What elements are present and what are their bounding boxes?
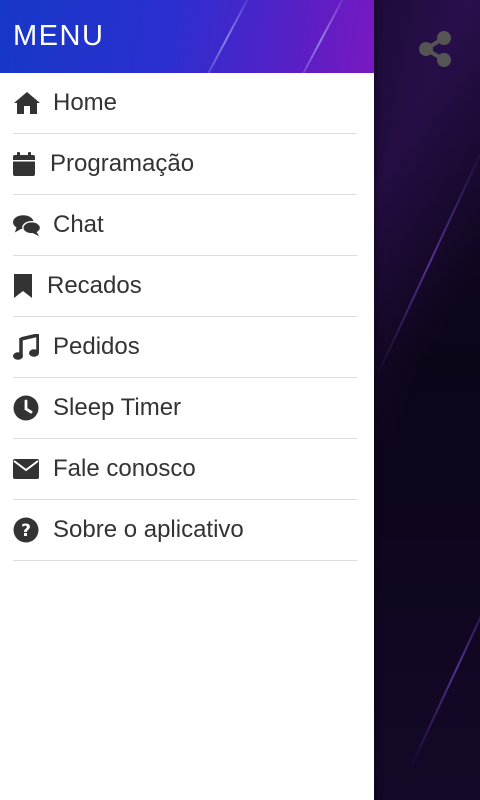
menu-item-label: Sleep Timer — [53, 394, 182, 421]
menu-item-chat[interactable]: Chat — [13, 195, 357, 256]
clock-icon — [13, 394, 41, 422]
music-note-icon — [13, 333, 41, 361]
menu-item-sobre-aplicativo[interactable]: ? Sobre o aplicativo — [13, 500, 357, 561]
home-icon — [13, 89, 41, 117]
menu-item-label: Sobre o aplicativo — [53, 516, 244, 543]
drawer-title: MENU — [13, 20, 105, 52]
drawer-header: MENU — [0, 0, 374, 73]
menu-item-programacao[interactable]: Programação — [13, 134, 357, 195]
background-streak — [375, 141, 480, 379]
envelope-icon — [13, 455, 41, 483]
share-icon — [419, 31, 451, 67]
header-highlight — [196, 0, 256, 73]
menu-item-pedidos[interactable]: Pedidos — [13, 317, 357, 378]
menu-list: Home Programação Chat Recados Pedidos Sl… — [0, 73, 374, 561]
menu-item-label: Pedidos — [53, 333, 140, 360]
svg-text:?: ? — [21, 521, 31, 541]
menu-item-sleep-timer[interactable]: Sleep Timer — [13, 378, 357, 439]
menu-item-label: Recados — [47, 272, 142, 299]
menu-item-recados[interactable]: Recados — [13, 256, 357, 317]
background-streak — [408, 569, 480, 771]
question-circle-icon: ? — [13, 516, 41, 544]
bookmark-icon — [13, 272, 35, 300]
menu-item-fale-conosco[interactable]: Fale conosco — [13, 439, 357, 500]
share-button[interactable] — [412, 26, 458, 72]
menu-item-label: Programação — [50, 150, 195, 177]
menu-item-label: Fale conosco — [53, 455, 196, 482]
calendar-icon — [13, 150, 41, 178]
menu-item-label: Home — [53, 89, 118, 116]
menu-item-label: Chat — [53, 211, 104, 238]
menu-item-home[interactable]: Home — [13, 73, 357, 134]
header-highlight — [291, 0, 351, 73]
navigation-drawer: MENU Home Programação Chat Recados Pedid… — [0, 0, 374, 800]
chat-icon — [13, 211, 41, 239]
